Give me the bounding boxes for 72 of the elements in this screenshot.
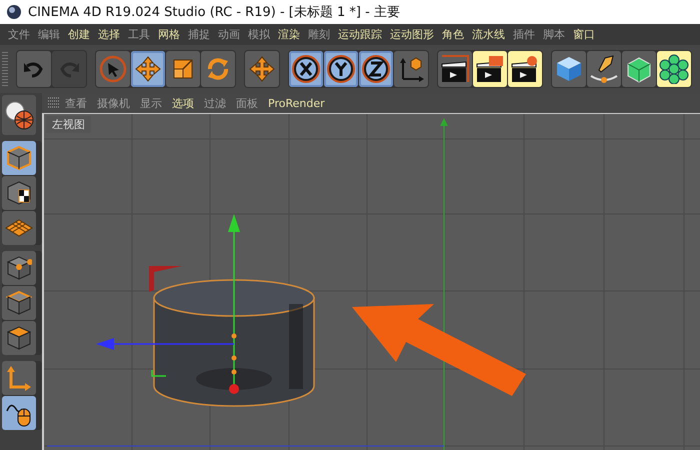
viewport-menu-item[interactable]: 选项 bbox=[167, 96, 199, 110]
pen-icon bbox=[589, 54, 619, 84]
coordinate-system-icon bbox=[397, 55, 425, 83]
menu-item[interactable]: 创建 bbox=[64, 27, 94, 42]
globe-icon bbox=[4, 100, 34, 130]
move-arrows-icon bbox=[248, 55, 276, 83]
cube-icon bbox=[6, 145, 32, 171]
axis-lock-icon bbox=[326, 54, 356, 84]
cube-edges-icon bbox=[6, 290, 32, 316]
viewport-menu-item[interactable]: 显示 bbox=[135, 96, 167, 110]
mode-button[interactable] bbox=[2, 141, 36, 175]
clapperboard-icon bbox=[440, 54, 470, 84]
y-axis-arrowhead-icon bbox=[440, 118, 448, 126]
viewport-label: 左视图 bbox=[46, 116, 91, 133]
menu-item[interactable]: 模拟 bbox=[244, 27, 274, 42]
mode-button[interactable] bbox=[2, 176, 36, 210]
viewport-menu-item[interactable]: 过滤 bbox=[199, 96, 231, 110]
menu-item[interactable]: 选择 bbox=[94, 27, 124, 42]
menu-item[interactable]: 渲染 bbox=[274, 27, 304, 42]
tool-button[interactable] bbox=[657, 51, 691, 87]
cloner-icon bbox=[659, 54, 689, 84]
grid-plane-icon bbox=[5, 218, 33, 238]
mode-button[interactable] bbox=[2, 396, 36, 430]
cube-points-icon bbox=[6, 255, 32, 281]
mode-button[interactable] bbox=[2, 251, 36, 285]
menu-item[interactable]: 编辑 bbox=[34, 27, 64, 42]
menu-item[interactable]: 插件 bbox=[509, 27, 539, 42]
menu-item[interactable]: 雕刻 bbox=[304, 27, 334, 42]
menu-item[interactable]: 流水线 bbox=[468, 27, 509, 42]
window-title: CINEMA 4D R19.024 Studio (RC - R19) - [未标题 1 *] - 主要 bbox=[28, 4, 400, 21]
tool-button[interactable] bbox=[438, 51, 472, 87]
grip-icon bbox=[48, 97, 60, 109]
axis-lock-icon bbox=[361, 54, 391, 84]
viewport-menu-item[interactable]: 查看 bbox=[60, 96, 92, 110]
scale-icon bbox=[171, 57, 195, 81]
move-arrows-icon bbox=[134, 55, 162, 83]
viewport-menu-item[interactable]: 面板 bbox=[231, 96, 263, 110]
tool-button[interactable] bbox=[359, 51, 393, 87]
viewport-menu-item[interactable]: 摄像机 bbox=[92, 96, 135, 110]
tool-button[interactable] bbox=[324, 51, 358, 87]
clapperboard-icon bbox=[510, 54, 540, 84]
cube-icon bbox=[555, 55, 583, 83]
menu-item[interactable]: 文件 bbox=[4, 27, 34, 42]
polygon-cube-icon bbox=[625, 55, 653, 83]
tool-button[interactable] bbox=[289, 51, 323, 87]
menu-item[interactable]: 脚本 bbox=[539, 27, 569, 42]
app-logo-icon bbox=[6, 4, 22, 20]
checker-cube-icon bbox=[6, 180, 32, 206]
cursor-icon bbox=[99, 55, 127, 83]
clapperboard-icon bbox=[475, 54, 505, 84]
mode-button[interactable] bbox=[2, 286, 36, 320]
viewport[interactable]: 左视图 bbox=[42, 113, 700, 450]
mode-button[interactable] bbox=[2, 321, 36, 355]
viewport-menu-item[interactable]: ProRender bbox=[263, 96, 330, 110]
tool-button[interactable] bbox=[508, 51, 542, 87]
menu-item[interactable]: 运动跟踪 bbox=[334, 27, 386, 42]
menu-item[interactable]: 动画 bbox=[214, 27, 244, 42]
corner-marker-icon bbox=[149, 266, 182, 292]
menu-item[interactable]: 捕捉 bbox=[184, 27, 214, 42]
menu-item[interactable]: 窗口 bbox=[569, 27, 599, 42]
tool-button[interactable] bbox=[587, 51, 621, 87]
axis-lock-icon bbox=[291, 54, 321, 84]
menu-item[interactable]: 网格 bbox=[154, 27, 184, 42]
menu-item[interactable]: 运动图形 bbox=[386, 27, 438, 42]
cube-polygons-icon bbox=[6, 325, 32, 351]
menu-item[interactable]: 工具 bbox=[124, 27, 154, 42]
tool-button[interactable] bbox=[394, 51, 428, 87]
view-layout-button[interactable] bbox=[2, 95, 36, 135]
tool-button[interactable] bbox=[473, 51, 507, 87]
rotate-icon bbox=[205, 56, 231, 82]
axis-corner-icon bbox=[6, 365, 32, 391]
menu-item[interactable]: 角色 bbox=[438, 27, 468, 42]
